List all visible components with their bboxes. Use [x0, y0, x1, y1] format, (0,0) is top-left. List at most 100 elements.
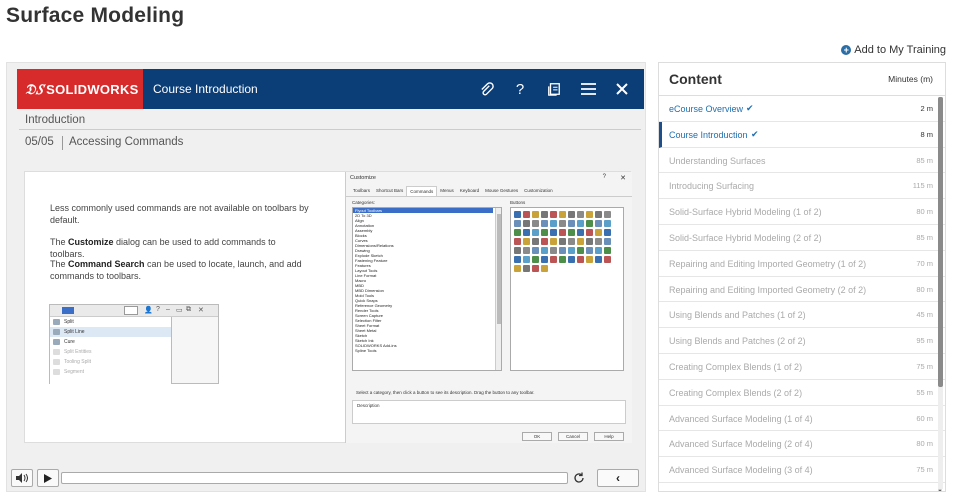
command-button-icon [541, 256, 548, 263]
dialog-tab: Mouse Gestures [485, 188, 519, 193]
lesson-item: Advanced Surface Modeling (2 of 4) 80 m [659, 431, 945, 458]
lesson-item[interactable]: Course Introduction ✔ 8 m [659, 121, 945, 148]
attachment-icon[interactable] [478, 81, 494, 97]
dialog-title: Customize [350, 175, 376, 181]
command-button-icon [586, 238, 593, 245]
lesson-item: Repairing and Editing Imported Geometry … [659, 277, 945, 303]
replay-button[interactable] [568, 469, 590, 487]
lesson-minutes: 70 m [916, 258, 933, 268]
content-title: Content [669, 71, 722, 87]
command-button-icon [559, 247, 566, 254]
lesson-name: Introducing Surfacing [669, 181, 755, 192]
divider [62, 136, 63, 150]
command-button-icon [514, 265, 521, 272]
slide-name: Accessing Commands [69, 136, 184, 148]
command-button-icon [559, 238, 566, 245]
command-button-icon [595, 220, 602, 227]
restore-icon: ⧉ [186, 306, 191, 313]
close-icon[interactable] [614, 81, 630, 97]
divider [19, 129, 641, 130]
command-button-icon [550, 247, 557, 254]
slide-canvas: Less commonly used commands are not avai… [24, 171, 632, 443]
replay-icon [574, 472, 584, 483]
command-button-icon [586, 256, 593, 263]
lesson-item: Solid-Surface Hybrid Modeling (2 of 2) 85… [659, 225, 945, 251]
minutes-header: Minutes (m) [888, 74, 933, 84]
help-icon: ? [156, 306, 160, 313]
lesson-name: Creating Complex Blends (1 of 2) [669, 361, 803, 372]
command-button-icon [595, 256, 602, 263]
solidworks-logo: 𝔇𝑆 SOLIDWORKS [17, 69, 143, 109]
close-icon: ✕ [198, 307, 204, 314]
add-to-training-link[interactable]: + Add to My Training [841, 44, 946, 56]
lesson-minutes: 75 m [916, 465, 933, 475]
add-to-training-label: Add to My Training [854, 44, 946, 56]
command-button-icon [586, 220, 593, 227]
command-button-icon [514, 247, 521, 254]
search-results-menu: Split Split Line Cure Split Entities Too… [50, 317, 172, 384]
lesson-item[interactable]: eCourse Overview ✔ 2 m [659, 96, 945, 122]
lesson-item: Using Blends and Patches (2 of 2) 95 m [659, 328, 945, 354]
menu-icon[interactable] [580, 81, 596, 97]
command-button-icon [604, 238, 611, 245]
course-title: Course Introduction [153, 82, 258, 96]
command-button-icon [559, 211, 566, 218]
command-button-icon [514, 211, 521, 218]
progress-bar[interactable] [61, 472, 568, 484]
command-button-icon [523, 265, 530, 272]
command-button-icon [559, 220, 566, 227]
buttons-label: Buttons [510, 200, 526, 205]
command-button-icon [523, 220, 530, 227]
previous-slide-button[interactable]: ‹ [597, 469, 639, 487]
command-button-icon [541, 238, 548, 245]
lesson-minutes: 115 m [912, 181, 933, 191]
scrollbar[interactable]: ▼ [937, 97, 943, 491]
content-panel: Content Minutes (m) eCourse Overview ✔ 2 m… [658, 62, 946, 492]
notes-icon[interactable] [546, 81, 562, 97]
lesson-item: Understanding Surfaces 85 m [659, 148, 945, 174]
command-button-icon [550, 238, 557, 245]
lesson-item: Introducing Surfacing 115 m [659, 173, 945, 200]
command-button-icon [577, 238, 584, 245]
lesson-item: Advanced Surface Modeling (3 of 4) 75 m [659, 457, 945, 483]
command-button-icon [541, 211, 548, 218]
close-icon: ✕ [620, 175, 626, 182]
command-button-icon [514, 238, 521, 245]
lesson-item: Using Blends and Patches (1 of 2) 45 m [659, 302, 945, 329]
command-button-icon [568, 247, 575, 254]
lesson-item: Creating Complex Blends (2 of 2) 55 m [659, 380, 945, 406]
lesson-name: Repairing and Editing Imported Geometry … [669, 258, 867, 269]
help-icon[interactable]: ? [512, 81, 528, 98]
dialog-message: Select a category, then click a button t… [356, 390, 535, 395]
command-button-icon [577, 211, 584, 218]
command-button-icon [568, 220, 575, 227]
lesson-minutes: 80 m [916, 207, 933, 217]
course-player: 𝔇𝑆 SOLIDWORKS Course Introduction ? Intro… [6, 62, 646, 492]
categories-list: Flyout Toolbars 2D To 3D Align Annotation As… [352, 207, 502, 371]
chevron-left-icon: ‹ [616, 471, 620, 485]
lesson-minutes: 45 m [916, 310, 933, 320]
slide-paragraph: The Customize dialog can be used to add … [50, 237, 276, 259]
categories-label: Categories: [352, 200, 376, 205]
command-button-icon [550, 220, 557, 227]
lesson-minutes: 2 m [920, 104, 933, 113]
command-button-icon [514, 220, 521, 227]
lesson-minutes: 60 m [916, 413, 933, 423]
lesson-name: Course Introduction [669, 129, 748, 140]
command-button-icon [541, 229, 548, 236]
command-button-icon [586, 247, 593, 254]
command-button-icon [523, 247, 530, 254]
play-button[interactable] [37, 469, 59, 487]
command-button-icon [586, 211, 593, 218]
categories-panel: Categories: Flyout Toolbars 2D To 3D Align… [352, 200, 504, 371]
window-icon: ▭ [176, 307, 183, 314]
command-button-icon [523, 256, 530, 263]
menu-item: Split Line [50, 327, 171, 337]
command-button-icon [532, 238, 539, 245]
command-button-icon [550, 229, 557, 236]
slide-paragraph: Less commonly used commands are not avai… [50, 203, 309, 225]
menu-item: Cure [50, 337, 171, 347]
command-button-icon [568, 238, 575, 245]
volume-button[interactable] [11, 469, 33, 487]
page-title: Surface Modeling [6, 4, 185, 27]
